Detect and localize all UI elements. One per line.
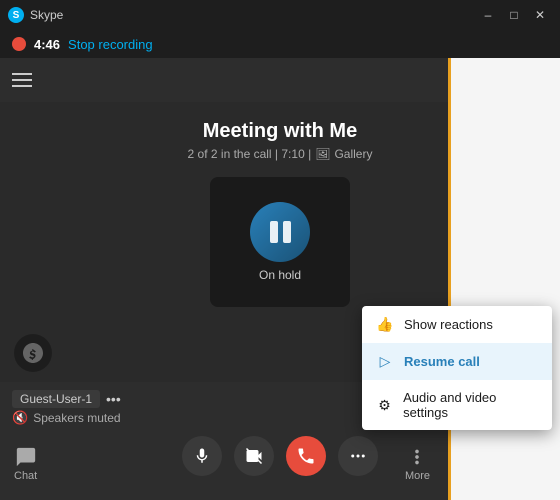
meeting-title: Meeting with Me — [203, 120, 357, 143]
hamburger-menu-button[interactable] — [12, 73, 32, 87]
speakers-muted-label: Speakers muted — [33, 411, 120, 425]
audio-video-label: Audio and video settings — [403, 390, 538, 420]
minimize-button[interactable]: – — [476, 5, 500, 25]
chat-icon — [15, 446, 37, 468]
show-reactions-item[interactable]: 👍 Show reactions — [362, 306, 552, 343]
on-hold-inner: On hold — [250, 202, 310, 282]
resume-call-label: Resume call — [404, 354, 480, 369]
video-toggle-button[interactable] — [234, 436, 274, 476]
on-hold-card: On hold — [210, 177, 350, 307]
app-icon: S — [8, 7, 24, 23]
reactions-icon: 👍 — [376, 316, 394, 333]
recording-dot — [12, 37, 26, 51]
gallery-icon: 🖼 — [315, 147, 330, 161]
chat-label: Chat — [14, 470, 37, 482]
resume-icon: ▷ — [376, 353, 394, 370]
pause-overlay — [250, 202, 310, 262]
meeting-meta: 2 of 2 in the call | 7:10 | 🖼 Gallery — [188, 147, 373, 161]
context-menu: 👍 Show reactions ▷ Resume call ⚙ Audio a… — [362, 306, 552, 430]
guest-options-button[interactable]: ••• — [106, 391, 121, 407]
audio-video-settings-item[interactable]: ⚙ Audio and video settings — [362, 380, 552, 430]
pause-bar-left — [270, 221, 278, 243]
right-panel — [448, 58, 560, 500]
pause-bars — [270, 221, 291, 243]
window-controls: – □ ✕ — [476, 5, 552, 25]
gallery-link[interactable]: Gallery — [334, 147, 372, 161]
title-bar-left: S Skype — [8, 7, 63, 23]
chat-area[interactable]: Chat — [14, 446, 37, 482]
speaker-muted-icon: 🔇 — [12, 410, 28, 426]
close-button[interactable]: ✕ — [528, 5, 552, 25]
more-icon — [406, 446, 428, 468]
recording-time: 4:46 — [34, 37, 60, 52]
resume-call-item[interactable]: ▷ Resume call — [362, 343, 552, 380]
more-label: More — [405, 470, 430, 482]
settings-icon: ⚙ — [376, 397, 393, 414]
more-options-button[interactable] — [338, 436, 378, 476]
guest-tag: Guest-User-1 — [12, 390, 100, 408]
pause-bar-right — [283, 221, 291, 243]
mute-button[interactable] — [182, 436, 222, 476]
meeting-meta-text: 2 of 2 in the call | 7:10 | — [188, 147, 312, 161]
stop-recording-button[interactable]: Stop recording — [68, 37, 153, 52]
maximize-button[interactable]: □ — [502, 5, 526, 25]
more-area[interactable]: More — [405, 446, 430, 482]
skype-watermark — [14, 334, 52, 372]
show-reactions-label: Show reactions — [404, 317, 493, 332]
end-call-button[interactable] — [286, 436, 326, 476]
recording-bar: 4:46 Stop recording — [0, 30, 560, 58]
title-bar: S Skype – □ ✕ — [0, 0, 560, 30]
on-hold-label: On hold — [259, 268, 301, 282]
participant-avatar — [250, 202, 310, 262]
app-title: Skype — [30, 8, 63, 22]
